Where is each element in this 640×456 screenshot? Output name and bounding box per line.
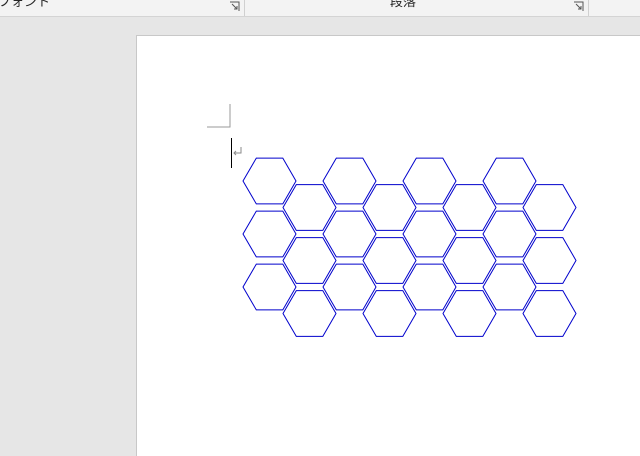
ribbon-group-label-font: フォント (0, 0, 51, 10)
font-dialog-launcher-icon[interactable] (229, 1, 240, 12)
paragraph-dialog-launcher-icon[interactable] (573, 1, 584, 12)
ribbon-group-separator (244, 0, 245, 16)
document-page[interactable] (136, 35, 640, 456)
ribbon-bar: フォント 段落 (0, 0, 640, 17)
paragraph-mark-icon (233, 147, 242, 156)
margin-corner-mark (207, 104, 231, 128)
ribbon-group-separator (588, 0, 589, 16)
ribbon-group-label-paragraph: 段落 (390, 0, 417, 10)
